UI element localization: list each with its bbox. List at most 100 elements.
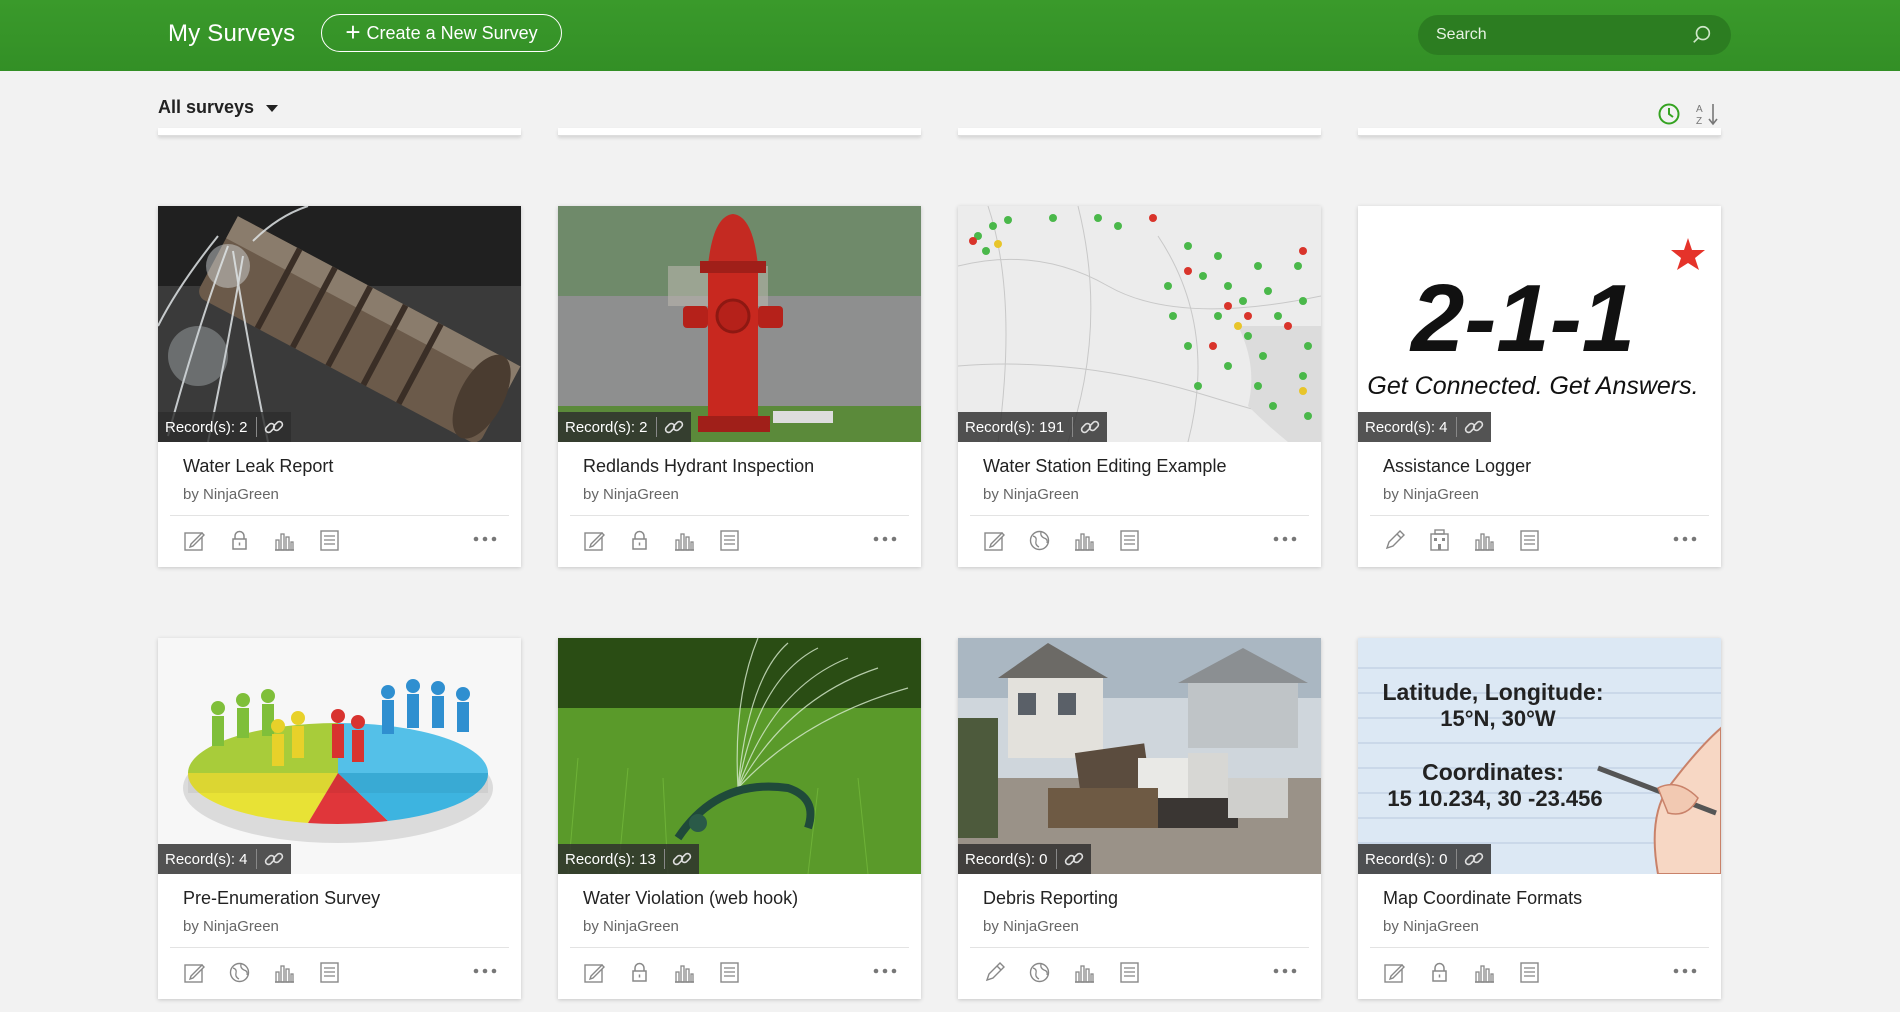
edit-icon[interactable] [182, 960, 207, 985]
search-icon[interactable] [1691, 24, 1713, 46]
globe-icon[interactable] [1027, 960, 1052, 985]
globe-icon[interactable] [227, 960, 252, 985]
create-survey-button[interactable]: + Create a New Survey [321, 14, 562, 52]
survey-thumbnail[interactable]: Record(s): 191 [958, 206, 1321, 442]
link-icon[interactable] [1463, 416, 1485, 438]
data-icon[interactable] [717, 528, 742, 553]
lock-icon[interactable] [227, 528, 252, 553]
link-icon[interactable] [1079, 416, 1101, 438]
survey-filter-dropdown[interactable]: All surveys [158, 97, 279, 118]
coord-line2: 15°N, 30°W [1440, 706, 1556, 731]
search-input[interactable] [1436, 26, 1691, 44]
data-icon[interactable] [1517, 960, 1542, 985]
link-icon[interactable] [263, 848, 285, 870]
survey-owner: by NinjaGreen [983, 918, 1079, 935]
map-points-image [958, 206, 1321, 442]
survey-title[interactable]: Water Station Editing Example [983, 456, 1226, 477]
data-icon[interactable] [1517, 528, 1542, 553]
plus-icon: + [345, 17, 361, 47]
survey-owner: by NinjaGreen [183, 486, 279, 503]
more-options-icon[interactable] [1671, 959, 1699, 983]
more-options-icon[interactable] [1271, 959, 1299, 983]
edit-icon[interactable] [1382, 960, 1407, 985]
pipe-leak-image [158, 206, 521, 442]
record-count: Record(s): 4 [165, 850, 248, 868]
page-title: My Surveys [168, 20, 296, 47]
survey-title[interactable]: Water Violation (web hook) [583, 888, 798, 909]
edit-icon[interactable] [582, 528, 607, 553]
survey-card[interactable]: 2-1-1 Get Connected. Get Answers. Record… [1358, 206, 1721, 567]
lock-icon[interactable] [1427, 960, 1452, 985]
caret-down-icon [266, 105, 279, 112]
edit-icon[interactable] [982, 528, 1007, 553]
edit-icon[interactable] [182, 528, 207, 553]
lock-icon[interactable] [627, 960, 652, 985]
debris-house-image [958, 638, 1321, 874]
survey-title[interactable]: Assistance Logger [1383, 456, 1531, 477]
analyze-chart-icon[interactable] [1472, 528, 1497, 553]
record-count: Record(s): 4 [1365, 418, 1448, 436]
analyze-chart-icon[interactable] [1072, 528, 1097, 553]
data-icon[interactable] [317, 528, 342, 553]
more-options-icon[interactable] [1271, 527, 1299, 551]
coordinates-note-image: Latitude, Longitude: 15°N, 30°W Coordina… [1358, 638, 1721, 874]
analyze-chart-icon[interactable] [1472, 960, 1497, 985]
survey-card[interactable]: Record(s): 13 Water Violation (web hook)… [558, 638, 921, 999]
lock-icon[interactable] [627, 528, 652, 553]
link-icon[interactable] [663, 416, 685, 438]
card-stub [958, 128, 1321, 136]
survey-title[interactable]: Map Coordinate Formats [1383, 888, 1582, 909]
organization-icon[interactable] [1427, 528, 1452, 553]
survey-owner: by NinjaGreen [183, 918, 279, 935]
survey-thumbnail[interactable]: Latitude, Longitude: 15°N, 30°W Coordina… [1358, 638, 1721, 874]
survey-card[interactable]: Record(s): 2 Redlands Hydrant Inspection… [558, 206, 921, 567]
globe-icon[interactable] [1027, 528, 1052, 553]
survey-thumbnail[interactable]: Record(s): 0 [958, 638, 1321, 874]
more-options-icon[interactable] [871, 959, 899, 983]
survey-owner: by NinjaGreen [983, 486, 1079, 503]
survey-thumbnail[interactable]: Record(s): 13 [558, 638, 921, 874]
link-icon[interactable] [263, 416, 285, 438]
survey-card[interactable]: Latitude, Longitude: 15°N, 30°W Coordina… [1358, 638, 1721, 999]
more-options-icon[interactable] [471, 527, 499, 551]
survey-owner: by NinjaGreen [1383, 918, 1479, 935]
analyze-chart-icon[interactable] [272, 528, 297, 553]
survey-thumbnail[interactable]: Record(s): 4 [158, 638, 521, 874]
card-stub [1358, 128, 1721, 136]
analyze-chart-icon[interactable] [672, 960, 697, 985]
survey-thumbnail[interactable]: 2-1-1 Get Connected. Get Answers. Record… [1358, 206, 1721, 442]
analyze-chart-icon[interactable] [672, 528, 697, 553]
more-options-icon[interactable] [871, 527, 899, 551]
more-options-icon[interactable] [471, 959, 499, 983]
survey-card[interactable]: Record(s): 0 Debris Reporting by NinjaGr… [958, 638, 1321, 999]
link-icon[interactable] [1463, 848, 1485, 870]
pencil-icon[interactable] [1382, 528, 1407, 553]
search-box[interactable] [1418, 15, 1731, 55]
analyze-chart-icon[interactable] [1072, 960, 1097, 985]
survey-thumbnail[interactable]: Record(s): 2 [558, 206, 921, 442]
record-count-badge: Record(s): 13 [558, 844, 699, 874]
survey-card[interactable]: Record(s): 4 Pre-Enumeration Survey by N… [158, 638, 521, 999]
link-icon[interactable] [671, 848, 693, 870]
data-icon[interactable] [717, 960, 742, 985]
data-icon[interactable] [317, 960, 342, 985]
pencil-icon[interactable] [982, 960, 1007, 985]
analyze-chart-icon[interactable] [272, 960, 297, 985]
data-icon[interactable] [1117, 960, 1142, 985]
link-icon[interactable] [1063, 848, 1085, 870]
survey-title[interactable]: Debris Reporting [983, 888, 1118, 909]
edit-icon[interactable] [582, 960, 607, 985]
survey-title[interactable]: Pre-Enumeration Survey [183, 888, 380, 909]
sort-az-icon[interactable]: A Z [1695, 101, 1721, 127]
survey-thumbnail[interactable]: Record(s): 2 [158, 206, 521, 442]
survey-card[interactable]: Record(s): 2 Water Leak Report by NinjaG… [158, 206, 521, 567]
survey-title[interactable]: Water Leak Report [183, 456, 333, 477]
record-count-badge: Record(s): 2 [158, 412, 291, 442]
clock-icon[interactable] [1656, 101, 1682, 127]
svg-text:Z: Z [1696, 116, 1702, 127]
data-icon[interactable] [1117, 528, 1142, 553]
survey-card[interactable]: Record(s): 191 Water Station Editing Exa… [958, 206, 1321, 567]
survey-title[interactable]: Redlands Hydrant Inspection [583, 456, 814, 477]
more-options-icon[interactable] [1671, 527, 1699, 551]
record-count-badge: Record(s): 4 [158, 844, 291, 874]
